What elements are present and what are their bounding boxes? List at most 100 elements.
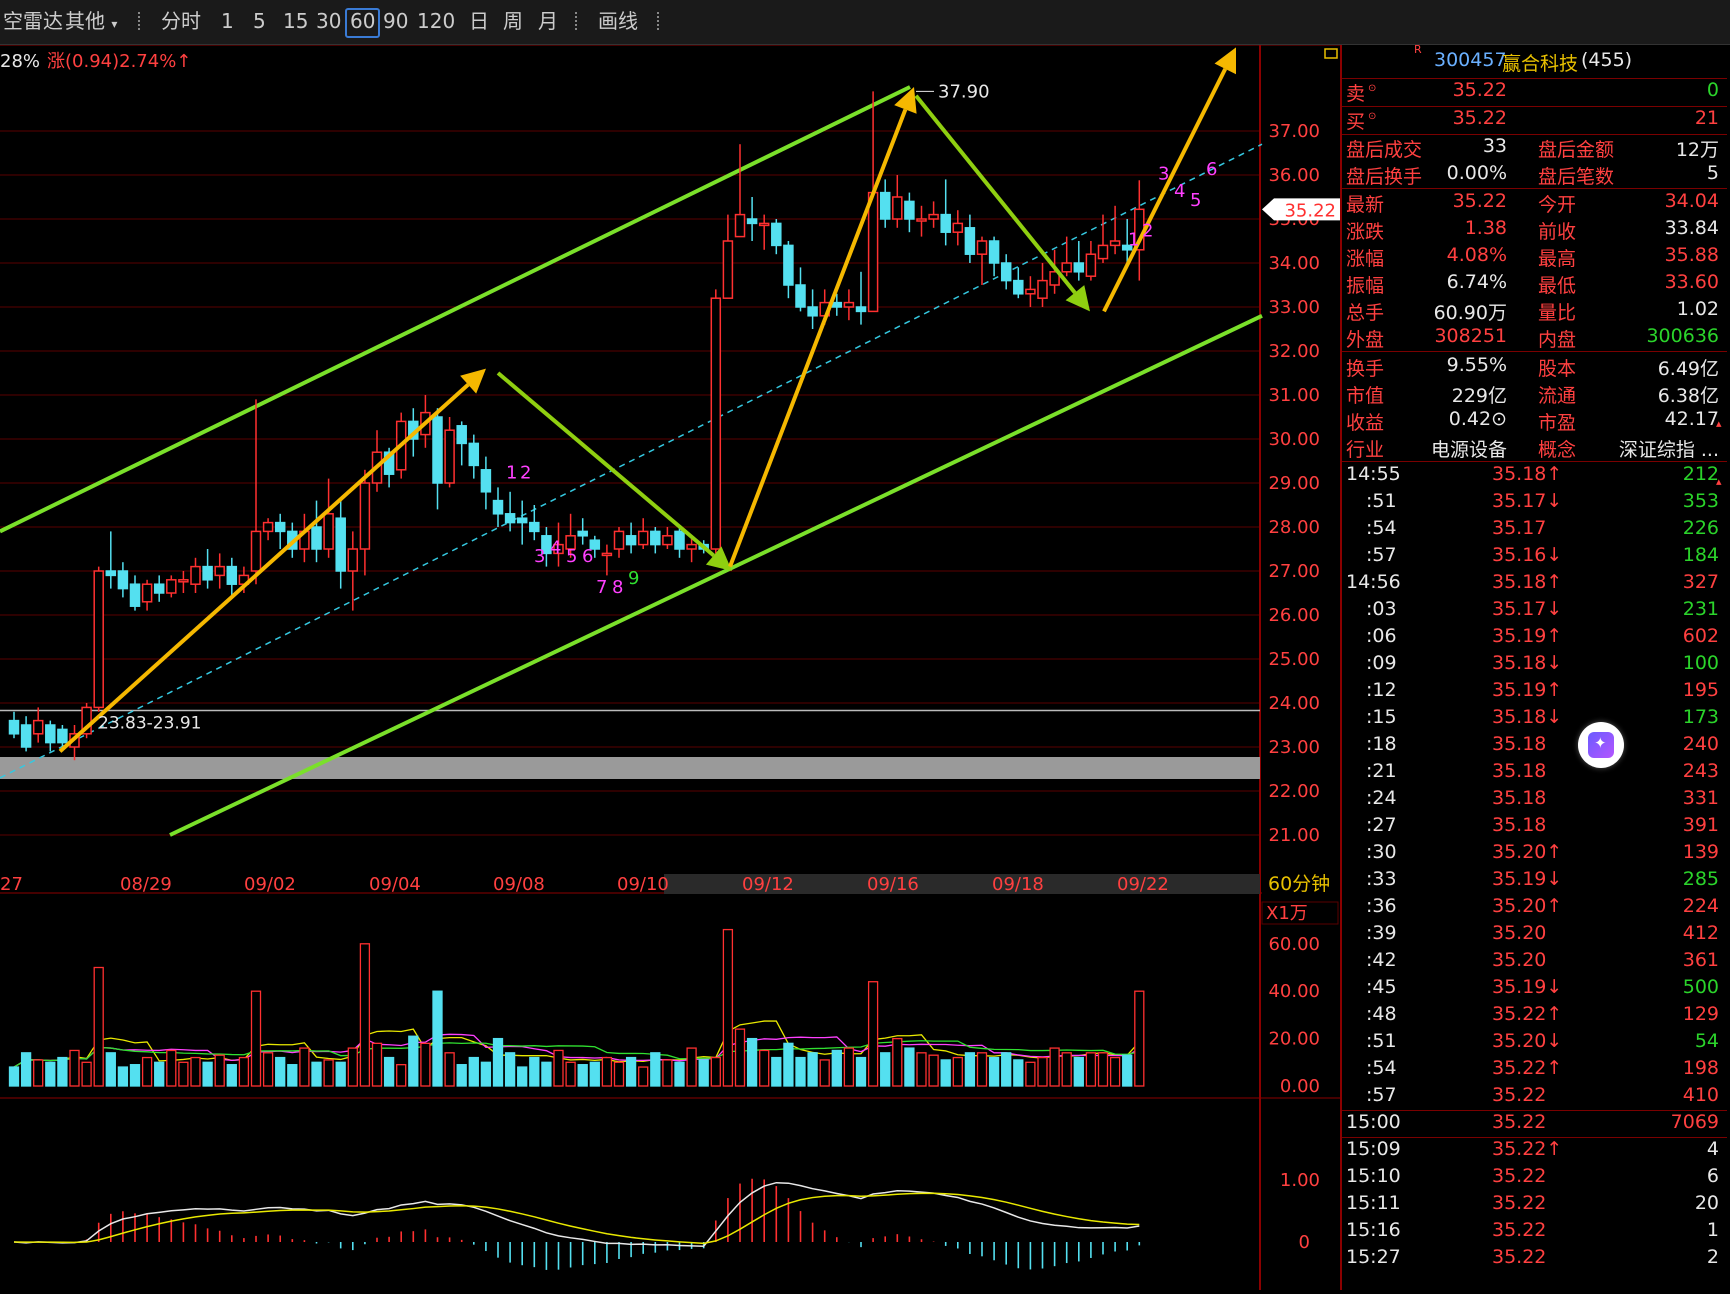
candle-body bbox=[347, 548, 359, 572]
tick-price: 35.18 bbox=[1492, 787, 1547, 809]
volume-bar bbox=[1073, 1056, 1084, 1087]
period-120m[interactable]: 120 bbox=[414, 8, 458, 34]
volume-bar bbox=[662, 1059, 673, 1087]
price-tick-label: 23.00 bbox=[1268, 737, 1320, 758]
period-1m[interactable]: 1 bbox=[218, 8, 237, 34]
stat-value: 33.84 bbox=[1664, 217, 1719, 239]
sell-row: 卖 ⊙ 35.22 0 bbox=[1342, 79, 1727, 105]
candle-body bbox=[141, 583, 153, 603]
period-day[interactable]: 日 bbox=[466, 8, 492, 34]
tick-row: :57 35.22 410 bbox=[1342, 1084, 1727, 1111]
price-tick-label: 33.00 bbox=[1268, 297, 1320, 318]
price-tick-label: 22.00 bbox=[1268, 781, 1320, 802]
tick-row: 15:09 35.22↑ 4 bbox=[1342, 1138, 1727, 1165]
volume-bar bbox=[819, 1059, 830, 1087]
candle-body bbox=[1109, 240, 1121, 247]
period-60m[interactable]: 60 bbox=[345, 8, 381, 38]
tick-time: :06 bbox=[1366, 625, 1397, 647]
period-week[interactable]: 周 bbox=[500, 8, 526, 34]
period-90m[interactable]: 90 bbox=[380, 8, 411, 34]
tick-time: :48 bbox=[1366, 1003, 1397, 1025]
candle-body bbox=[226, 565, 238, 585]
candle-body bbox=[468, 442, 480, 467]
period-month[interactable]: 月 bbox=[535, 8, 561, 34]
scroll-up-icon[interactable]: ▴ bbox=[1716, 475, 1722, 488]
volume-bar bbox=[710, 1056, 721, 1087]
volume-bar bbox=[843, 1047, 855, 1087]
count-label: 1 bbox=[1128, 229, 1139, 250]
tick-volume: 412 bbox=[1682, 922, 1719, 944]
candle-body bbox=[32, 719, 44, 735]
volume-bar bbox=[892, 1037, 903, 1087]
volume-bar bbox=[190, 1056, 201, 1087]
stat-row: 外盘 308251 内盘 300636 bbox=[1342, 325, 1727, 351]
tick-time: :30 bbox=[1366, 841, 1397, 863]
candle-body bbox=[432, 416, 443, 484]
candle-body bbox=[57, 728, 68, 744]
ai-assistant-button[interactable] bbox=[1578, 722, 1624, 768]
kline-chart[interactable]: 37.0036.0035.0034.0033.0032.0031.0030.00… bbox=[0, 44, 1340, 1290]
stat-row: 振幅 6.74% 最低 33.60 bbox=[1342, 271, 1727, 297]
period-5m[interactable]: 5 bbox=[250, 8, 269, 34]
candle-body bbox=[20, 724, 32, 748]
toolbar-separator bbox=[138, 12, 142, 30]
candle-body bbox=[1073, 262, 1085, 273]
volume-bar bbox=[1134, 990, 1145, 1087]
tick-time: :42 bbox=[1366, 949, 1397, 971]
tick-row: 14:55 35.18↑ 212 bbox=[1342, 463, 1727, 490]
toolbar-other-dropdown[interactable]: 其他 ▾ bbox=[62, 8, 120, 34]
candle-body bbox=[359, 482, 371, 550]
period-30m[interactable]: 30 bbox=[313, 8, 344, 34]
price-tick-label: 30.00 bbox=[1268, 429, 1320, 450]
draw-line-button[interactable]: 画线 bbox=[595, 8, 641, 34]
period-15m[interactable]: 15 bbox=[280, 8, 311, 34]
candle-body bbox=[262, 521, 274, 533]
tick-price: 35.22 bbox=[1492, 1111, 1547, 1133]
divider bbox=[1342, 188, 1727, 189]
tick-volume: 410 bbox=[1682, 1084, 1719, 1106]
tick-price: 35.22 bbox=[1492, 1246, 1547, 1268]
tick-price: 35.22 bbox=[1492, 1084, 1547, 1106]
stat-label: 盘后笔数 bbox=[1538, 166, 1615, 188]
tick-volume: 198 bbox=[1682, 1057, 1719, 1079]
volume-bar bbox=[299, 1047, 310, 1087]
tick-volume: 243 bbox=[1682, 760, 1719, 782]
change-label: 涨(0.94)2.74%↑ bbox=[47, 51, 191, 72]
stat-label: 换手 bbox=[1346, 358, 1385, 380]
stat-row: 涨幅 4.08% 最高 35.88 bbox=[1342, 244, 1727, 270]
stat-value: 42.17 bbox=[1664, 408, 1719, 430]
stat-row: 总手 60.90万 量比 1.02 bbox=[1342, 298, 1727, 324]
stat-value: 33.60 bbox=[1664, 271, 1719, 293]
candle-body bbox=[795, 284, 806, 308]
toolbar-radar[interactable]: 空雷达 bbox=[0, 8, 66, 34]
candle-body bbox=[674, 530, 685, 550]
candle-body bbox=[529, 521, 540, 533]
volume-bar bbox=[383, 1056, 395, 1087]
tick-time: :54 bbox=[1366, 1057, 1397, 1079]
date-tick-label: 09/16 bbox=[867, 874, 919, 895]
candle-body bbox=[1085, 253, 1097, 277]
volume-bar bbox=[964, 1052, 976, 1087]
tick-row: :54 35.22↑ 198 bbox=[1342, 1057, 1727, 1084]
volume-bar bbox=[69, 1049, 80, 1087]
candle-body bbox=[1013, 279, 1024, 295]
tick-volume: 4 bbox=[1706, 1138, 1719, 1160]
volume-bar bbox=[396, 1064, 407, 1087]
candle-body bbox=[1025, 288, 1036, 295]
scroll-up-icon[interactable]: ▴ bbox=[1716, 417, 1722, 430]
stat-label: 盘后成交 bbox=[1346, 139, 1423, 161]
tick-price: 35.20 bbox=[1492, 949, 1547, 971]
toolbar-other-label: 其他 bbox=[65, 9, 105, 33]
r-badge: R bbox=[1414, 43, 1422, 56]
tick-row: :51 35.17↓ 353 bbox=[1342, 490, 1727, 517]
chart-canvas[interactable]: 37.0036.0035.0034.0033.0032.0031.0030.00… bbox=[0, 44, 1340, 1290]
candle-body bbox=[166, 579, 177, 594]
date-tick-label: 09/22 bbox=[1117, 874, 1169, 895]
date-tick-label: 08/29 bbox=[120, 874, 172, 895]
period-intraday[interactable]: 分时 bbox=[158, 8, 204, 34]
tick-time: :09 bbox=[1366, 652, 1397, 674]
tick-time: 15:11 bbox=[1346, 1192, 1401, 1214]
price-tick-label: 24.00 bbox=[1268, 693, 1320, 714]
stat-row: 最新 35.22 今开 34.04 bbox=[1342, 190, 1727, 216]
price-tick-label: 31.00 bbox=[1268, 385, 1320, 406]
